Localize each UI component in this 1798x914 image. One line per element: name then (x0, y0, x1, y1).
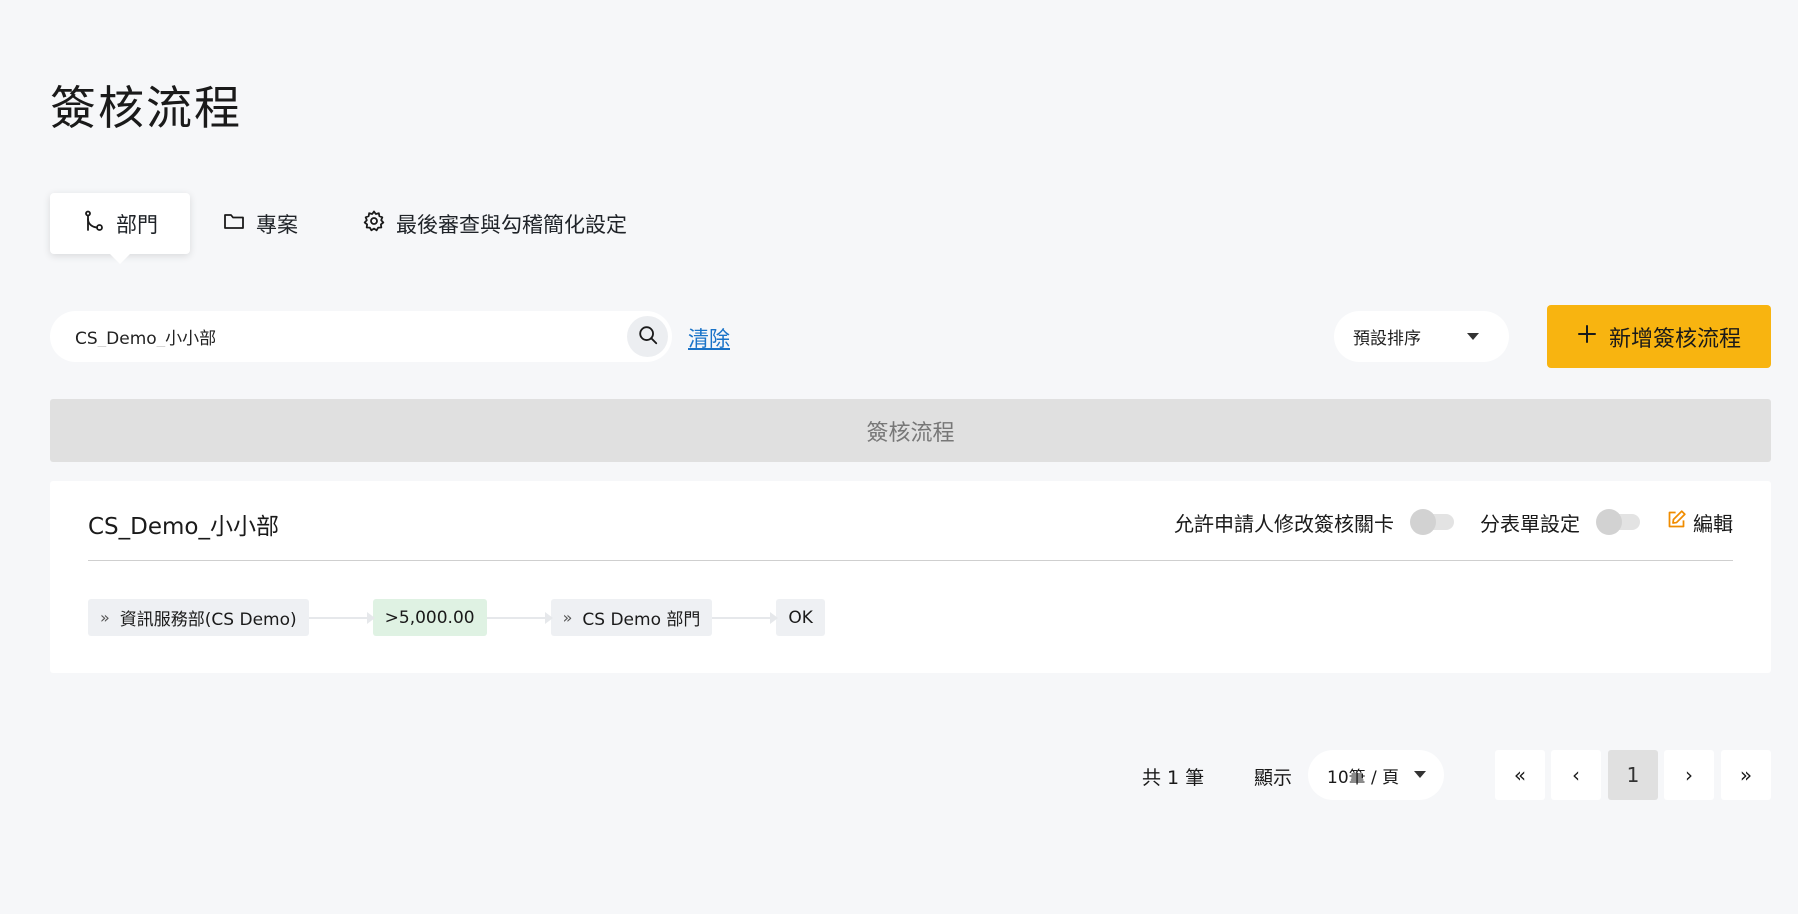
approval-flow-card: CS_Demo_小小部 允許申請人修改簽核關卡 分表單設定 編輯 » 資訊服務部… (50, 481, 1771, 673)
page-number: 1 (1626, 763, 1640, 787)
page-size-select[interactable]: 10筆 / 頁 (1308, 750, 1444, 800)
caret-down-icon (1414, 771, 1426, 778)
next-page-button[interactable]: › (1664, 750, 1714, 800)
current-page-button[interactable]: 1 (1608, 750, 1658, 800)
chevron-right-icon: › (1685, 763, 1693, 787)
card-title: CS_Demo_小小部 (88, 514, 279, 540)
pagination-show-label: 顯示 (1254, 767, 1293, 789)
sort-selected-value: 預設排序 (1353, 329, 1421, 349)
edit-label: 編輯 (1693, 511, 1733, 536)
caret-down-icon (1467, 333, 1479, 340)
list-header: 簽核流程 (50, 399, 1771, 462)
flow-connector (486, 611, 553, 624)
chevron-left-icon: ‹ (1572, 763, 1580, 787)
edit-button[interactable]: 編輯 (1666, 508, 1733, 537)
tab-final-review-settings[interactable]: 最後審查與勾稽簡化設定 (330, 193, 659, 254)
gear-icon (362, 209, 386, 238)
split-form-label: 分表單設定 (1480, 511, 1580, 536)
first-page-button[interactable]: « (1495, 750, 1545, 800)
flow-node-dept: » 資訊服務部(CS Demo) (88, 599, 309, 636)
tab-label: 最後審查與勾稽簡化設定 (396, 212, 627, 237)
flow-node-end: OK (776, 599, 825, 636)
card-divider (88, 560, 1733, 561)
toggle-knob (1596, 509, 1622, 535)
search-icon (637, 324, 659, 350)
pagination-total: 共 1 筆 (1142, 767, 1205, 789)
flow-node-label: >5,000.00 (384, 607, 475, 628)
sort-select[interactable]: 預設排序 (1334, 311, 1509, 362)
allow-edit-label: 允許申請人修改簽核關卡 (1174, 511, 1394, 536)
tab-bar: 部門 專案 最後審查與勾稽簡化設定 (50, 193, 659, 264)
flow-connector (712, 611, 779, 624)
flow-connector (308, 611, 375, 624)
branch-icon (82, 209, 106, 238)
flow-node-label: CS Demo 部門 (582, 610, 701, 630)
search-input[interactable] (75, 326, 615, 347)
flow-node-condition: >5,000.00 (372, 599, 487, 636)
plus-icon (1577, 324, 1597, 350)
allow-edit-toggle[interactable] (1410, 509, 1454, 535)
double-chevron-right-icon: » (562, 608, 573, 627)
tab-department[interactable]: 部門 (50, 193, 190, 264)
double-chevron-left-icon: « (1513, 763, 1527, 787)
tab-label: 部門 (116, 212, 158, 237)
flow-node-label: 資訊服務部(CS Demo) (119, 610, 297, 630)
tab-project[interactable]: 專案 (190, 193, 330, 254)
flow-node-dept: » CS Demo 部門 (550, 599, 713, 636)
search-bar (50, 311, 672, 362)
edit-icon (1666, 509, 1687, 535)
add-button-label: 新增簽核流程 (1608, 326, 1741, 352)
search-button[interactable] (627, 316, 668, 357)
page-size-value: 10筆 / 頁 (1327, 767, 1400, 788)
add-approval-flow-button[interactable]: 新增簽核流程 (1547, 305, 1771, 368)
split-form-toggle[interactable] (1596, 509, 1640, 535)
toggle-knob (1410, 509, 1436, 535)
double-chevron-right-icon: » (1739, 763, 1753, 787)
prev-page-button[interactable]: ‹ (1551, 750, 1601, 800)
clear-search-link[interactable]: 清除 (688, 323, 730, 353)
card-controls: 允許申請人修改簽核關卡 分表單設定 編輯 (1174, 505, 1733, 539)
flow-diagram: » 資訊服務部(CS Demo) >5,000.00 » CS Demo 部門 … (88, 599, 825, 636)
last-page-button[interactable]: » (1721, 750, 1771, 800)
double-chevron-right-icon: » (100, 608, 110, 627)
flow-node-label: OK (788, 607, 813, 628)
page-title: 簽核流程 (50, 81, 242, 135)
folder-icon (222, 209, 246, 238)
tab-label: 專案 (256, 212, 298, 237)
